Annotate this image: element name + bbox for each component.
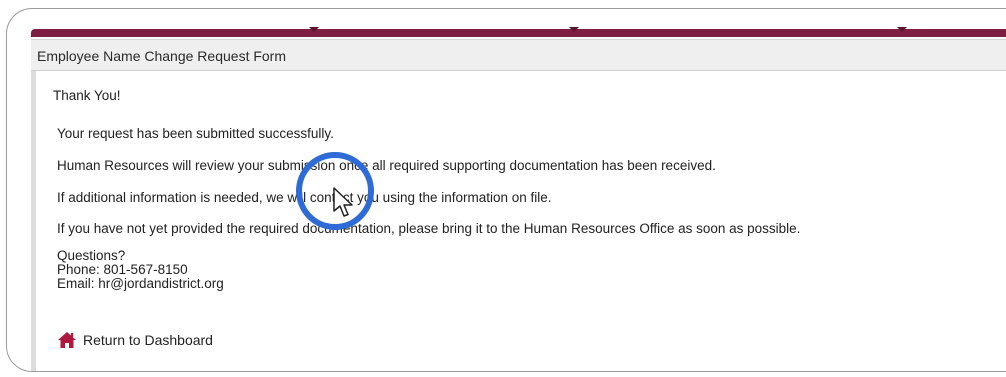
bar-divider	[309, 27, 319, 32]
contact-info: Questions? Phone: 801-567-8150 Email: hr…	[57, 249, 224, 291]
success-message: Your request has been submitted successf…	[57, 126, 334, 141]
review-message: Human Resources will review your submiss…	[57, 158, 716, 173]
panel-header: Employee Name Change Request Form	[31, 39, 1006, 71]
return-to-dashboard-label: Return to Dashboard	[83, 332, 213, 348]
brand-bar	[31, 27, 1006, 37]
screenshot-frame: Employee Name Change Request Form Thank …	[6, 8, 1006, 372]
additional-info-message: If additional information is needed, we …	[57, 190, 552, 205]
return-to-dashboard-link[interactable]: Return to Dashboard	[57, 331, 213, 349]
bar-divider	[569, 27, 579, 32]
phone-text: Phone: 801-567-8150	[57, 262, 188, 277]
thank-you-heading: Thank You!	[53, 88, 121, 103]
questions-label: Questions?	[57, 248, 126, 263]
confirmation-panel: Thank You! Your request has been submitt…	[31, 71, 1006, 371]
bar-divider	[897, 27, 907, 32]
documentation-message: If you have not yet provided the require…	[57, 221, 801, 236]
panel-title: Employee Name Change Request Form	[37, 48, 287, 64]
email-text: Email: hr@jordandistrict.org	[57, 276, 224, 291]
home-icon	[57, 331, 77, 349]
